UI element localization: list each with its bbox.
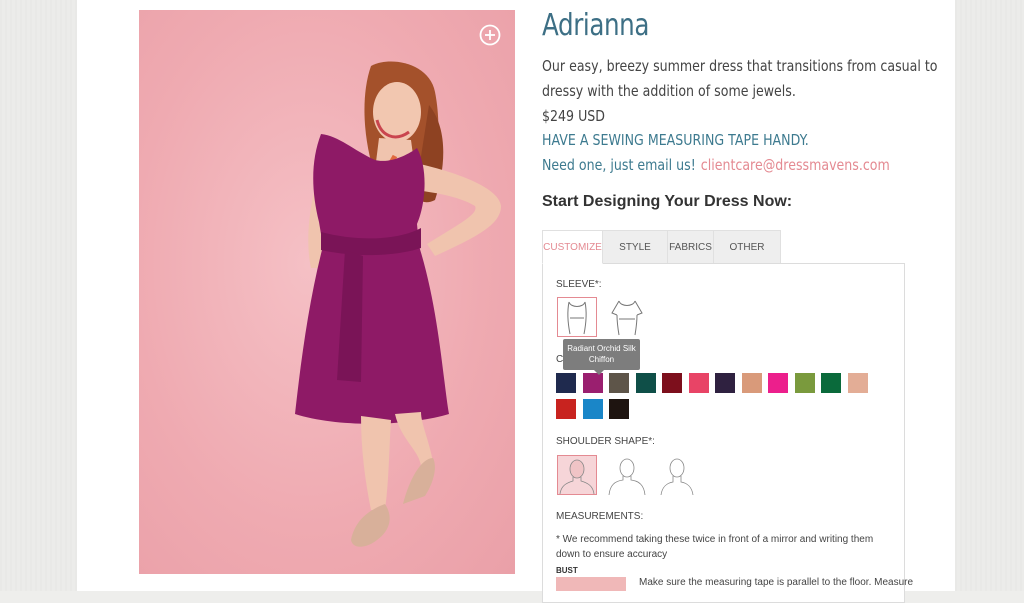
description-line: Our easy, breezy summer dress that trans… [542,57,938,75]
zoom-plus-icon[interactable] [479,24,501,46]
shoulder-option-3[interactable] [657,455,697,496]
designer-heading: Start Designing Your Dress Now: [542,193,793,210]
color-swatch[interactable] [768,373,788,393]
tab-fabrics[interactable]: FABRICS [667,230,714,264]
color-swatch[interactable] [556,373,576,393]
shoulder-shape-icon [558,456,596,495]
product-image[interactable] [139,10,515,574]
shoulder-shape-icon [660,458,694,496]
shoulder-shape-icon [608,458,646,496]
tooltip-arrow [594,370,604,375]
product-title: Adrianna [542,8,650,43]
email-link[interactable]: clientcare@dressmavens.com [701,156,890,174]
color-swatch[interactable] [609,399,629,419]
color-tooltip: Radiant Orchid Silk Chiffon [563,339,640,370]
sewing-note: HAVE A SEWING MEASURING TAPE HANDY. [542,131,809,149]
color-swatch[interactable] [662,373,682,393]
sleeve-label: SLEEVE*: [556,279,602,290]
sleeve-option-cap[interactable] [607,297,647,337]
measurements-label: MEASUREMENTS: [556,511,644,522]
email-prompt: Need one, just email us! [542,156,696,174]
color-swatch[interactable] [688,373,709,393]
product-description: Our easy, breezy summer dress that trans… [542,54,937,104]
color-swatch[interactable] [794,373,815,393]
email-line: Need one, just email us! clientcare@dress… [542,153,890,178]
bust-image [556,577,626,591]
color-swatch[interactable] [847,373,868,393]
color-swatch[interactable] [582,373,603,393]
color-swatch[interactable] [635,373,656,393]
sleeve-option-sleeveless[interactable] [557,297,597,337]
color-swatch[interactable] [582,399,603,419]
bust-instruction: Make sure the measuring tape is parallel… [639,577,914,588]
tab-style-notes[interactable]: STYLE NOTES [602,230,668,287]
tab-customize[interactable]: CUSTOMIZE [542,230,603,264]
model-photo [295,61,501,547]
color-swatch[interactable] [556,399,576,419]
cap-sleeve-icon [611,300,643,336]
measurements-note: * We recommend taking these twice in fro… [556,534,874,560]
shoulder-label: SHOULDER SHAPE*: [556,436,655,447]
color-swatch[interactable] [741,373,762,393]
shoulder-option-1[interactable] [557,455,597,495]
color-swatch[interactable] [609,373,629,393]
tooltip-line: Chiffon [588,355,615,364]
tab-other-views[interactable]: OTHER VIEWS [713,230,781,287]
bust-label: BUST [556,566,578,575]
description-line: dressy with the addition of some jewels. [542,82,796,100]
tooltip-line: Radiant Orchid Silk [567,344,636,353]
color-swatch[interactable] [821,373,841,393]
sleeveless-icon [567,301,587,335]
shoulder-option-2[interactable] [607,455,647,496]
color-swatch[interactable] [715,373,735,393]
product-price: $249 USD [542,107,605,125]
